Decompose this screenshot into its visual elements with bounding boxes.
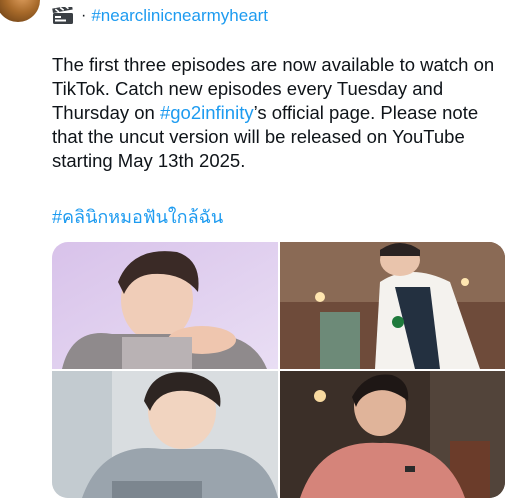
clapper-board-icon [52,5,74,25]
post-header-line: · #nearclinicnearmyheart [52,5,268,27]
hashtag-link[interactable]: #nearclinicnearmyheart [91,6,268,26]
media-photo-4[interactable] [280,371,505,498]
media-photo-1[interactable] [52,242,278,369]
avatar[interactable] [0,0,40,22]
media-photo-2[interactable] [280,242,505,369]
media-photo-3[interactable] [52,371,278,498]
media-grid [52,242,505,498]
thai-hashtag-link[interactable]: #คลินิกหมอฟันใกล้ฉัน [52,202,223,231]
mention-hashtag-link[interactable]: #go2infinity [160,102,254,123]
separator-dot: · [81,7,87,24]
post-body: The first three episodes are now availab… [52,53,502,173]
